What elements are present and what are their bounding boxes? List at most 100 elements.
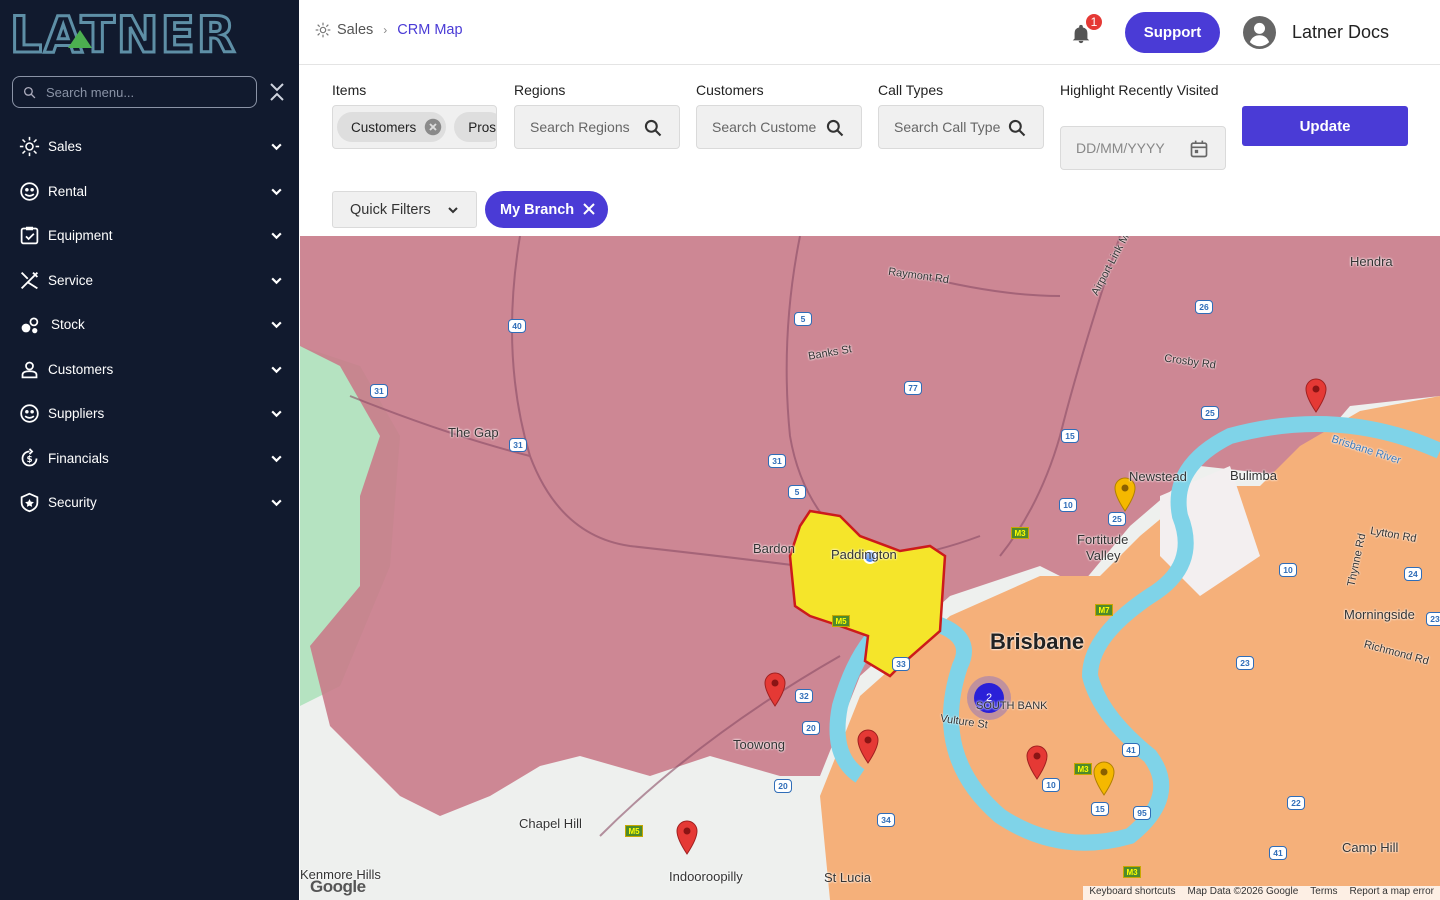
chip-label: Customers (351, 119, 417, 135)
customers-search[interactable]: Search Custome (696, 105, 862, 149)
pin-red-icon[interactable] (855, 728, 881, 764)
sidebar-item-security[interactable]: Security (0, 482, 299, 522)
remove-chip-icon[interactable] (424, 118, 442, 136)
breadcrumb: Sales › CRM Map (315, 22, 463, 38)
place-label: St Lucia (824, 870, 871, 885)
search-icon (826, 119, 844, 137)
pin-red-icon[interactable] (674, 819, 700, 855)
map-attribution: Keyboard shortcuts Map Data ©2026 Google… (1083, 886, 1440, 900)
place-label: The Gap (448, 425, 499, 440)
map-data-text: Map Data ©2026 Google (1187, 886, 1299, 897)
highlight-label: Highlight Recently Visited (1060, 82, 1219, 98)
my-branch-label: My Branch (500, 201, 575, 218)
items-select[interactable]: Customers Prosp (332, 105, 497, 149)
map-canvas (300, 236, 1440, 900)
sidebar-item-sales[interactable]: Sales (0, 126, 299, 166)
collapse-icon[interactable] (268, 82, 286, 102)
road-shield: 24 (1404, 567, 1422, 581)
google-logo[interactable]: Google (310, 877, 366, 897)
calendar-icon[interactable] (1189, 139, 1209, 159)
road-shield: 41 (1269, 846, 1287, 860)
search-icon (1008, 119, 1026, 137)
chip-label: Prosp (468, 119, 497, 135)
quick-filters-label: Quick Filters (350, 201, 431, 218)
breadcrumb-crm-map[interactable]: CRM Map (397, 22, 462, 38)
search-icon (644, 119, 662, 137)
sidebar-item-stock[interactable]: Stock (0, 304, 299, 344)
close-icon[interactable] (582, 202, 596, 216)
road-shield: 23 (1236, 656, 1254, 670)
place-label: Hendra (1350, 254, 1393, 269)
top-bar: Sales › CRM Map 1 Support Latner Docs (299, 0, 1440, 65)
place-label: SOUTH BANK (976, 700, 1048, 712)
terms-link[interactable]: Terms (1304, 886, 1343, 900)
equipment-icon (20, 226, 39, 245)
sidebar-item-suppliers[interactable]: Suppliers (0, 393, 299, 433)
road-shield: 10 (1279, 563, 1297, 577)
pin-red-icon[interactable] (762, 671, 788, 707)
call-types-placeholder: Search Call Type (894, 119, 1001, 135)
update-button[interactable]: Update (1242, 106, 1408, 146)
motorway-shield: M5 (832, 615, 850, 627)
my-branch-chip[interactable]: My Branch (485, 191, 608, 228)
support-button[interactable]: Support (1125, 12, 1220, 53)
breadcrumb-sales[interactable]: Sales (337, 22, 373, 38)
sidebar: LATNER Sales Rental Equipment Service St… (0, 0, 299, 900)
service-icon (20, 271, 39, 290)
sales-icon (315, 22, 331, 38)
chevron-down-icon (271, 188, 282, 196)
sidebar-item-financials[interactable]: $ Financials (0, 438, 299, 478)
sidebar-item-label: Equipment (48, 227, 113, 243)
motorway-shield: M3 (1011, 527, 1029, 539)
svg-text:LATNER: LATNER (10, 8, 237, 58)
place-label: Brisbane (990, 629, 1085, 654)
chevron-down-icon (271, 410, 282, 418)
sidebar-item-label: Stock (51, 316, 85, 332)
filter-panel: Items Customers Prosp Regions Search Reg… (299, 65, 1440, 236)
regions-label: Regions (514, 82, 566, 98)
call-types-search[interactable]: Search Call Type (878, 105, 1044, 149)
pin-yellow-icon[interactable] (1091, 760, 1117, 796)
road-shield: 95 (1133, 806, 1151, 820)
chevron-down-icon (271, 499, 282, 507)
sidebar-item-customers[interactable]: Customers (0, 349, 299, 389)
road-shield: 5 (794, 312, 812, 326)
suppliers-icon (20, 404, 39, 423)
motorway-shield: M3 (1074, 763, 1092, 775)
road-shield: 22 (1287, 796, 1305, 810)
pin-red-icon[interactable] (1303, 377, 1329, 413)
pin-red-icon[interactable] (1024, 744, 1050, 780)
menu-search-input[interactable] (46, 84, 236, 100)
sidebar-item-rental[interactable]: Rental (0, 171, 299, 211)
chevron-down-icon (271, 277, 282, 285)
report-error-link[interactable]: Report a map error (1344, 886, 1440, 900)
sidebar-item-service[interactable]: Service (0, 260, 299, 300)
sidebar-item-equipment[interactable]: Equipment (0, 215, 299, 255)
keyboard-shortcuts-link[interactable]: Keyboard shortcuts (1083, 886, 1181, 900)
road-shield: 31 (768, 454, 786, 468)
user-name[interactable]: Latner Docs (1292, 22, 1389, 43)
road-shield: 41 (1122, 743, 1140, 757)
road-shield: 15 (1061, 429, 1079, 443)
sidebar-item-label: Suppliers (48, 405, 105, 421)
chevron-down-icon (271, 321, 282, 329)
road-shield: 32 (795, 689, 813, 703)
crm-map[interactable]: 2 40 5 31 31 77 31 5 26 25 15 10 25 10 2… (300, 236, 1440, 900)
quick-filters-button[interactable]: Quick Filters (332, 191, 477, 228)
menu-search[interactable] (12, 76, 257, 108)
financials-icon: $ (21, 448, 38, 467)
chevron-down-icon (271, 366, 282, 374)
place-label: Bulimba (1230, 468, 1277, 483)
avatar[interactable] (1243, 16, 1276, 49)
sidebar-item-label: Customers (48, 361, 114, 377)
road-shield: 34 (877, 813, 895, 827)
road-shield: 31 (370, 384, 388, 398)
regions-search[interactable]: Search Regions (514, 105, 680, 149)
date-input[interactable]: DD/MM/YYYY (1060, 126, 1226, 170)
motorway-shield: M7 (1095, 604, 1113, 616)
motorway-shield: M5 (625, 825, 643, 837)
road-shield: 77 (904, 381, 922, 395)
latner-logo[interactable]: LATNER (10, 8, 282, 58)
place-label: Indooroopilly (669, 869, 743, 884)
breadcrumb-separator-icon: › (383, 23, 388, 37)
